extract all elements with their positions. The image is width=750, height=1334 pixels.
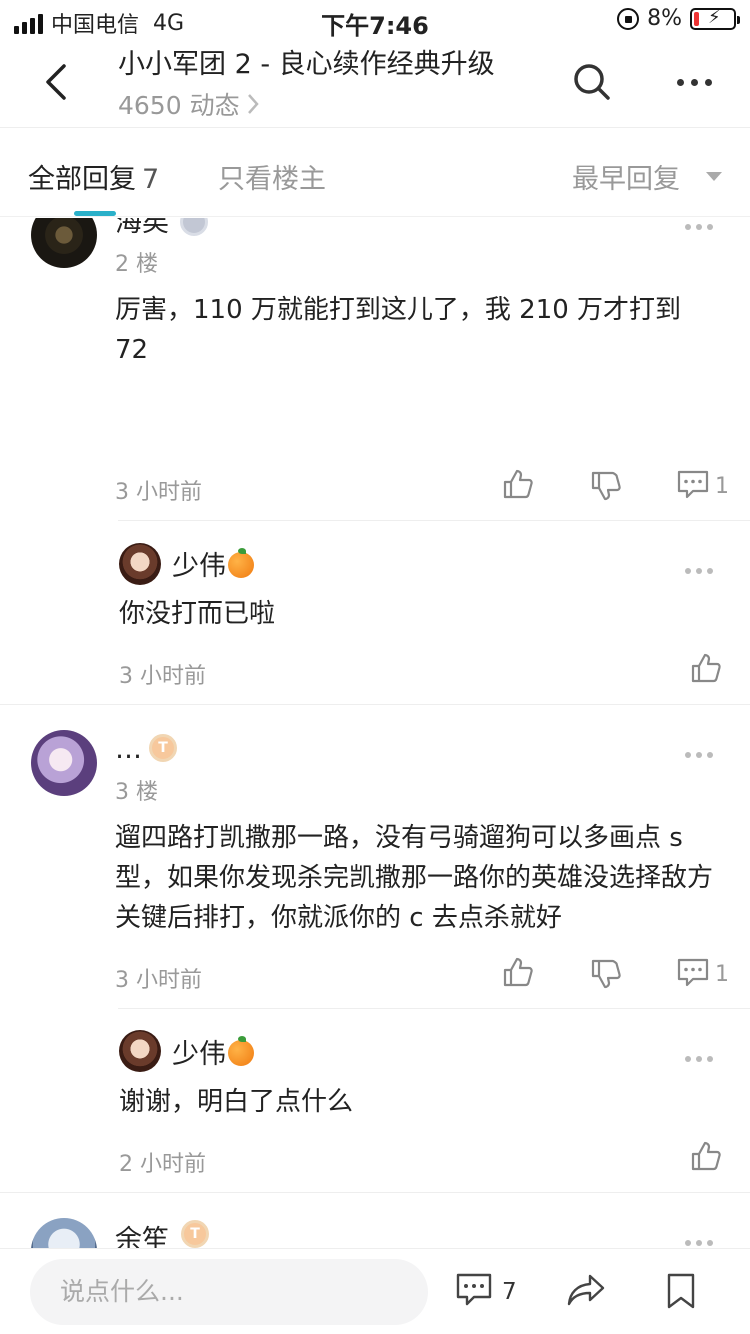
more-icon[interactable]: [670, 70, 718, 94]
orange-emoji-icon: [228, 548, 254, 578]
comment-time: 3 小时前: [115, 480, 202, 505]
comment-input[interactable]: 说点什么...: [30, 1259, 428, 1325]
reply-more-icon[interactable]: [685, 566, 715, 576]
tab-all-replies[interactable]: 全部回复 7: [28, 157, 159, 196]
avatar[interactable]: [119, 1030, 161, 1072]
comment-count: 7: [502, 1279, 517, 1305]
activity-count: 4650 动态: [118, 91, 240, 120]
orange-emoji-icon: [228, 1036, 254, 1066]
caret-down-icon: [706, 172, 722, 181]
search-icon[interactable]: [572, 62, 612, 102]
bottom-bar: 说点什么... 7: [0, 1248, 750, 1334]
reply-author[interactable]: 少伟: [172, 1032, 254, 1071]
share-icon[interactable]: [566, 1273, 606, 1307]
comment-more-icon[interactable]: [685, 222, 715, 232]
avatar[interactable]: [119, 543, 161, 585]
like-icon[interactable]: [690, 1140, 722, 1172]
level-badge: T: [181, 1220, 209, 1248]
page-title[interactable]: 小小军团 2 - 良心续作经典升级: [118, 42, 495, 81]
bookmark-icon[interactable]: [666, 1273, 696, 1309]
comment-more-icon[interactable]: [685, 750, 715, 760]
reply-more-icon[interactable]: [685, 1054, 715, 1064]
level-badge: [180, 218, 208, 236]
comment-text: 厉害，110 万就能打到这儿了，我 210 万才打到 72: [115, 295, 682, 365]
orientation-lock-icon: [617, 7, 640, 30]
sort-label: 最早回复: [572, 164, 680, 195]
chevron-right-icon: [247, 94, 259, 114]
reply-icon[interactable]: [677, 470, 709, 500]
avatar[interactable]: [31, 1218, 97, 1248]
comment-author[interactable]: 余笙: [115, 1218, 169, 1248]
dislike-icon[interactable]: [590, 470, 622, 502]
reply-text: 谢谢，明白了点什么: [119, 1087, 354, 1117]
like-icon[interactable]: [690, 652, 722, 684]
reply-count: 1: [715, 474, 729, 499]
comment-list: 海矣 2 楼 厉害，110 万就能打到这儿了，我 210 万才打到 72 3 小…: [0, 218, 750, 1248]
reply-icon[interactable]: [677, 958, 709, 988]
reply-count: 7: [142, 164, 160, 195]
back-icon[interactable]: [40, 62, 74, 102]
reply-time: 3 小时前: [119, 664, 206, 689]
divider: [0, 1192, 750, 1193]
reply-tabs: 全部回复 7 只看楼主 最早回复: [0, 129, 750, 217]
comment-text: 遛四路打凯撒那一路，没有弓骑遛狗可以多画点 s 型，如果你发现杀完凯撒那一路你的…: [115, 823, 714, 933]
active-tab-indicator: [74, 211, 116, 216]
divider: [0, 704, 750, 705]
divider: [118, 520, 750, 521]
reply-author[interactable]: 少伟: [172, 544, 254, 583]
level-badge: T: [149, 734, 177, 762]
reply-time: 2 小时前: [119, 1152, 206, 1177]
avatar[interactable]: [31, 218, 97, 268]
tab-op-only[interactable]: 只看楼主: [218, 157, 326, 196]
reply-count: 1: [715, 962, 729, 987]
comment-author[interactable]: 海矣: [115, 218, 169, 239]
header: 小小军团 2 - 良心续作经典升级 4650 动态: [0, 40, 750, 128]
comment-time: 3 小时前: [115, 968, 202, 993]
comment-more-icon[interactable]: [685, 1238, 715, 1248]
floor-number: 3 楼: [115, 780, 158, 805]
avatar[interactable]: [31, 730, 97, 796]
status-bar: 中国电信 4G 下午7:46 8% ⚡: [0, 0, 750, 40]
divider: [118, 1008, 750, 1009]
topic-activity-link[interactable]: 4650 动态: [118, 86, 260, 122]
like-icon[interactable]: [502, 468, 534, 500]
battery-icon: ⚡: [690, 7, 740, 30]
sort-dropdown[interactable]: 最早回复: [572, 157, 722, 196]
battery-percent: 8%: [647, 6, 682, 31]
dislike-icon[interactable]: [590, 958, 622, 990]
like-icon[interactable]: [502, 956, 534, 988]
floor-number: 2 楼: [115, 252, 158, 277]
comment-icon[interactable]: [456, 1273, 492, 1307]
comment-author[interactable]: …: [115, 734, 142, 765]
reply-text: 你没打而已啦: [119, 599, 276, 629]
